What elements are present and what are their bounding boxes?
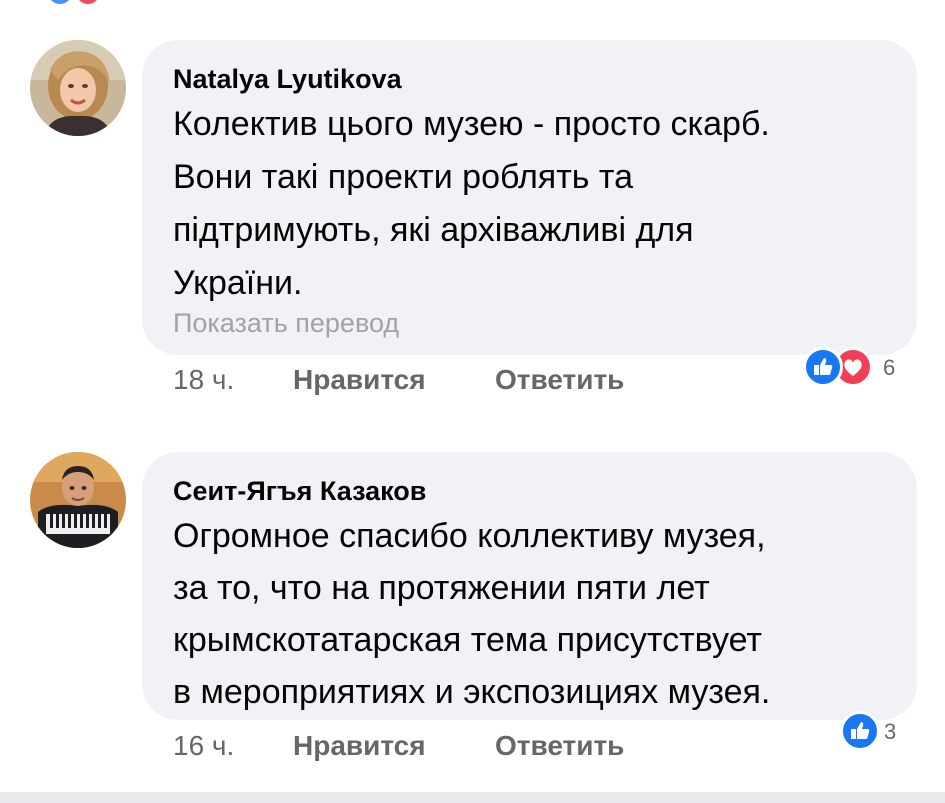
avatar[interactable] [30,452,126,548]
comment-author[interactable]: Natalya Lyutikova [173,64,402,95]
comment-time[interactable]: 18 ч. [173,364,234,396]
avatar[interactable] [30,40,126,136]
reaction-summary[interactable]: 3 [840,711,915,751]
comment-text-line: Огромное спасибо коллективу музея, [173,517,766,555]
like-icon [48,0,72,4]
reply-button[interactable]: Ответить [495,364,624,396]
comment-author[interactable]: Сеит-Ягъя Казаков [173,476,426,507]
like-icon [840,711,880,751]
comment-bubble: Natalya Lyutikova Колектив цього музею -… [142,40,917,355]
comment-text-line: підтримують, які архіважливі для [173,211,694,249]
like-icon [803,347,843,387]
reply-button[interactable]: Ответить [495,730,624,762]
section-divider [0,792,945,803]
comment-text-line: Колектив цього музею - просто скарб. [173,105,770,143]
translate-link[interactable]: Показать перевод [173,308,399,339]
reaction-count: 3 [884,719,897,744]
reaction-count: 6 [883,355,896,380]
top-reactions-remnant [48,0,104,4]
comment-text-line: крымскотатарская тема присутствует [173,621,762,659]
comment-text-line: Вони такі проекти роблять та [173,158,634,196]
comment-text-line: України. [173,264,303,302]
comment-time[interactable]: 16 ч. [173,730,234,762]
like-button[interactable]: Нравится [293,364,426,396]
reaction-summary[interactable]: 6 [803,347,913,387]
comment-text-line: в мероприятиях и экспозициях музея. [173,673,771,711]
comment-text-line: за то, что на протяжении пяти лет [173,569,710,607]
love-icon [76,0,100,4]
comment-bubble: Сеит-Ягъя Казаков Огромное спасибо колле… [142,452,917,720]
like-button[interactable]: Нравится [293,730,426,762]
